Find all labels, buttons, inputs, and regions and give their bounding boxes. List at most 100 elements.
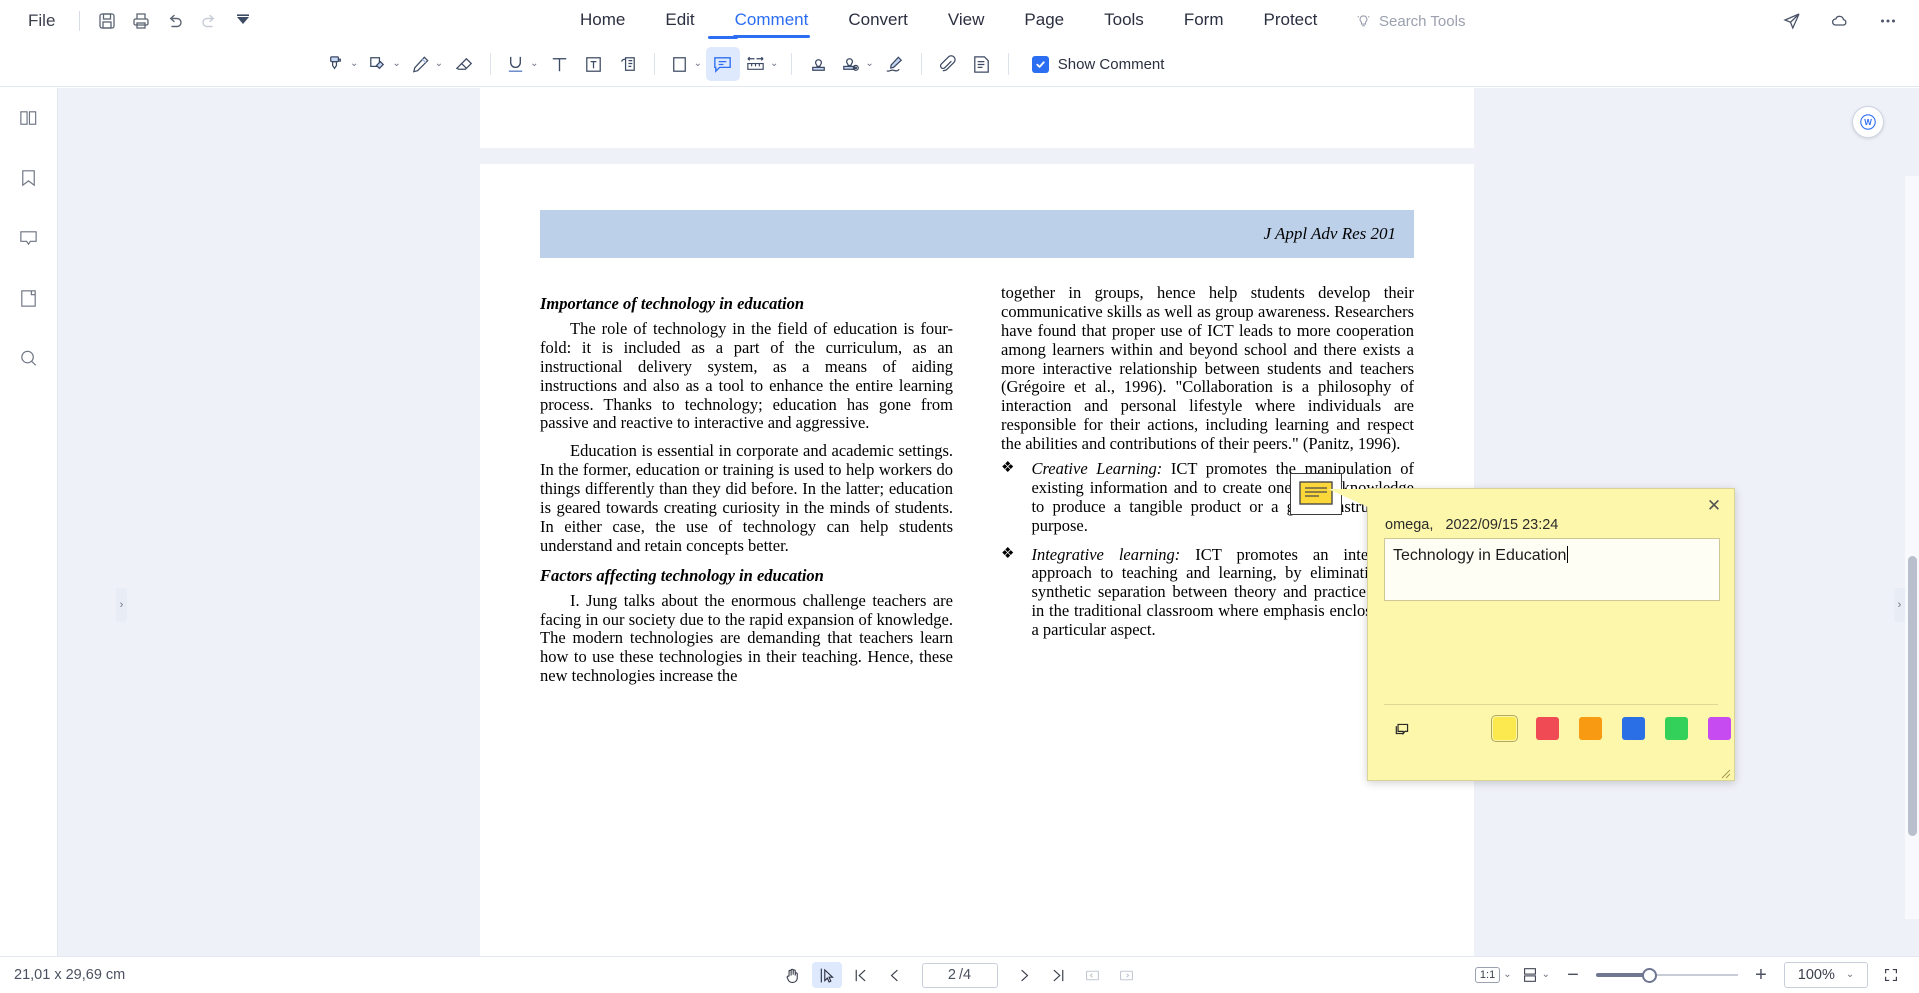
color-swatch-purple[interactable] xyxy=(1708,717,1731,740)
custom-stamp-tool[interactable]: ⌄ xyxy=(835,47,877,81)
menu-edit[interactable]: Edit xyxy=(645,1,714,41)
main-menu-bar: Home Edit Comment Convert View Page Tool… xyxy=(560,0,1337,42)
page-layout-button[interactable]: ⌄ xyxy=(1521,962,1550,988)
close-icon[interactable]: ✕ xyxy=(1704,495,1724,515)
fit-width-icon[interactable] xyxy=(1078,962,1108,988)
comment-popup[interactable]: ✕ omega, 2022/09/15 23:24 Technology in … xyxy=(1367,488,1735,781)
next-page-icon[interactable] xyxy=(1010,962,1040,988)
last-page-icon[interactable] xyxy=(1044,962,1074,988)
menu-form[interactable]: Form xyxy=(1164,1,1244,41)
zoom-in-button[interactable]: + xyxy=(1747,962,1775,988)
strikethrough-tool[interactable] xyxy=(543,47,577,81)
select-tool-icon[interactable] xyxy=(812,962,842,988)
menu-protect[interactable]: Protect xyxy=(1243,1,1337,41)
color-swatch-blue[interactable] xyxy=(1622,717,1645,740)
section-heading: Factors affecting technology in educatio… xyxy=(540,566,953,586)
actual-size-button[interactable]: 1:1 ⌄ xyxy=(1475,962,1512,988)
document-viewport[interactable]: innovation, that simply makes life an ea… xyxy=(58,88,1919,956)
fit-page-icon[interactable] xyxy=(1112,962,1142,988)
menu-view[interactable]: View xyxy=(928,1,1005,41)
color-swatch-green[interactable] xyxy=(1665,717,1688,740)
chevron-down-icon[interactable]: ⌄ xyxy=(435,59,443,69)
menu-tools[interactable]: Tools xyxy=(1084,1,1164,41)
comment-text-input[interactable]: Technology in Education xyxy=(1384,538,1720,601)
underline-tool[interactable]: ⌄ xyxy=(500,47,542,81)
eraser-icon xyxy=(453,53,476,76)
chevron-down-icon[interactable]: ⌄ xyxy=(1503,970,1511,980)
word-icon: W xyxy=(1859,113,1877,131)
comment-list-tool[interactable] xyxy=(965,47,999,81)
chevron-down-icon[interactable]: ⌄ xyxy=(1846,970,1854,980)
sticky-note-tool[interactable] xyxy=(706,47,740,81)
pencil-tool[interactable]: ⌄ xyxy=(405,47,447,81)
left-panel-toggle[interactable]: › xyxy=(116,588,127,622)
cloud-sync-icon[interactable] xyxy=(1823,6,1857,36)
right-panel-toggle[interactable]: › xyxy=(1894,588,1905,622)
chevron-down-icon[interactable]: ⌄ xyxy=(1542,970,1550,980)
shape-tool[interactable]: ⌄ xyxy=(664,47,706,81)
hand-tool-icon[interactable] xyxy=(778,962,808,988)
customize-dropdown-icon[interactable] xyxy=(226,6,260,36)
menu-page[interactable]: Page xyxy=(1004,1,1084,41)
undo-icon[interactable] xyxy=(158,6,192,36)
signature-tool[interactable] xyxy=(878,47,912,81)
ribbon-divider xyxy=(1008,53,1009,75)
scrollbar-thumb[interactable] xyxy=(1908,556,1917,836)
zoom-controls: 1:1 ⌄ ⌄ − + 100% ⌄ xyxy=(1475,962,1905,988)
color-swatch-yellow[interactable] xyxy=(1493,717,1516,740)
area-highlight-icon xyxy=(366,53,389,76)
thumbnails-icon[interactable] xyxy=(10,101,48,135)
chevron-down-icon[interactable]: ⌄ xyxy=(392,59,400,69)
highlight-tool[interactable]: ⌄ xyxy=(320,47,362,81)
vertical-scrollbar[interactable] xyxy=(1905,176,1919,919)
menu-comment[interactable]: Comment xyxy=(715,1,829,41)
color-swatch-orange[interactable] xyxy=(1579,717,1602,740)
underline-icon xyxy=(504,53,527,76)
print-icon[interactable] xyxy=(124,6,158,36)
file-menu-button[interactable]: File xyxy=(14,7,69,35)
resize-handle[interactable] xyxy=(1720,766,1731,777)
bookmark-icon[interactable] xyxy=(10,161,48,195)
slider-knob[interactable] xyxy=(1642,968,1657,983)
first-page-icon[interactable] xyxy=(846,962,876,988)
search-icon[interactable] xyxy=(10,341,48,375)
callout-tool[interactable] xyxy=(611,47,645,81)
running-head: J Appl Adv Res 201 xyxy=(540,210,1414,258)
search-tools-button[interactable]: Search Tools xyxy=(1355,0,1465,42)
redo-icon[interactable] xyxy=(192,6,226,36)
stamp-tool[interactable] xyxy=(801,47,835,81)
chevron-down-icon[interactable]: ⌄ xyxy=(865,59,873,69)
text-box-tool[interactable] xyxy=(577,47,611,81)
menu-home[interactable]: Home xyxy=(560,1,645,41)
comment-icon[interactable] xyxy=(10,221,48,255)
checkbox-checked-icon[interactable] xyxy=(1032,56,1049,73)
zoom-out-button[interactable]: − xyxy=(1559,962,1587,988)
chevron-down-icon[interactable]: ⌄ xyxy=(694,59,702,69)
actual-size-label: 1:1 xyxy=(1475,967,1500,983)
section-heading: Importance of technology in education xyxy=(540,294,953,314)
menu-convert[interactable]: Convert xyxy=(828,1,928,41)
chevron-down-icon[interactable]: ⌄ xyxy=(350,59,358,69)
page-number-input[interactable]: 2 /4 xyxy=(922,963,998,988)
more-options-icon[interactable] xyxy=(1871,6,1905,36)
list-item-title: Creative Learning: xyxy=(1031,459,1162,478)
eraser-tool[interactable] xyxy=(447,47,481,81)
measure-tool[interactable]: ⌄ xyxy=(740,47,782,81)
chevron-down-icon[interactable]: ⌄ xyxy=(530,59,538,69)
word-convert-badge[interactable]: W xyxy=(1852,106,1884,138)
comment-text-value: Technology in Education xyxy=(1393,547,1566,564)
duplicate-icon[interactable] xyxy=(1388,717,1414,743)
attachment-page-icon[interactable] xyxy=(10,281,48,315)
chevron-down-icon[interactable]: ⌄ xyxy=(770,59,778,69)
zoom-slider[interactable] xyxy=(1596,967,1738,983)
color-swatch-red[interactable] xyxy=(1536,717,1559,740)
measure-icon xyxy=(744,53,767,76)
zoom-level-select[interactable]: 100% ⌄ xyxy=(1784,962,1868,988)
prev-page-icon[interactable] xyxy=(880,962,910,988)
attachment-tool[interactable] xyxy=(931,47,965,81)
fullscreen-button[interactable] xyxy=(1877,962,1905,988)
area-highlight-tool[interactable]: ⌄ xyxy=(362,47,404,81)
save-icon[interactable] xyxy=(90,6,124,36)
send-icon[interactable] xyxy=(1775,6,1809,36)
show-comment-checkbox[interactable]: Show Comment xyxy=(1032,56,1165,73)
